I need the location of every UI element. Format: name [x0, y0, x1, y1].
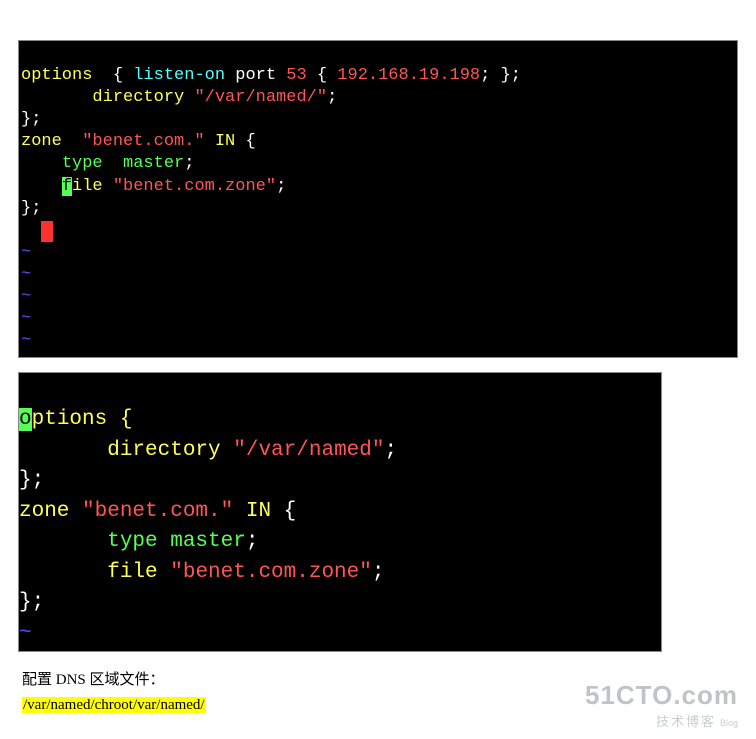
- directory-keyword: directory: [19, 439, 233, 462]
- vim-tilde: ~: [19, 622, 32, 645]
- port-number: 53: [286, 66, 306, 85]
- watermark-domain: 51CTO.com: [585, 680, 738, 711]
- file-keyword: file: [19, 561, 170, 584]
- vim-tilde: ~: [21, 265, 31, 284]
- directory-path: "/var/named/": [194, 88, 327, 107]
- options-keyword: ptions {: [32, 408, 133, 431]
- indent: [19, 530, 107, 553]
- port-word: port: [225, 66, 286, 85]
- zone-keyword: zone: [21, 132, 82, 151]
- directory-keyword: directory: [21, 88, 194, 107]
- semicolon: ;: [327, 88, 337, 107]
- close-brace2: };: [19, 591, 44, 614]
- brace: {: [245, 132, 255, 151]
- block-cursor: [41, 221, 53, 241]
- type-master: type master: [62, 154, 184, 173]
- semicolon: ;: [384, 439, 397, 462]
- vim-tilde: ~: [21, 287, 31, 306]
- vim-tilde: ~: [21, 331, 31, 350]
- watermark-blog: Blog: [720, 718, 738, 728]
- vim-tilde: ~: [21, 309, 31, 328]
- vim-tilde: ~: [21, 243, 31, 262]
- terminal-block-1: options { listen-on port 53 { 192.168.19…: [18, 40, 738, 358]
- highlighted-path: /var/named/chroot/var/named/: [22, 697, 206, 713]
- watermark: 51CTO.com 技术博客 Blog: [585, 680, 738, 731]
- line1-end: ; };: [480, 66, 521, 85]
- semicolon2: ;: [184, 154, 194, 173]
- zone-name: "benet.com.": [82, 132, 204, 151]
- brace-open2: {: [307, 66, 338, 85]
- zone-keyword: zone: [19, 500, 82, 523]
- close-brace2: };: [21, 199, 41, 218]
- zone-file: "benet.com.zone": [113, 177, 276, 196]
- type-master: type master: [107, 530, 246, 553]
- text-cursor: o: [19, 408, 32, 431]
- listen-on-keyword: listen-on: [133, 66, 225, 85]
- directory-path: "/var/named": [233, 439, 384, 462]
- in-keyword: IN: [205, 132, 246, 151]
- in-keyword: IN: [233, 500, 283, 523]
- zone-name: "benet.com.": [82, 500, 233, 523]
- options-keyword: options: [21, 66, 103, 85]
- ip-address: 192.168.19.198: [337, 66, 480, 85]
- indent2: [21, 177, 62, 196]
- brace-open: {: [103, 66, 134, 85]
- file-keyword: ile: [72, 177, 113, 196]
- brace: {: [284, 500, 297, 523]
- text-cursor: f: [62, 177, 72, 196]
- semicolon3: ;: [276, 177, 286, 196]
- indent: [21, 154, 62, 173]
- zone-file: "benet.com.zone": [170, 561, 372, 584]
- semicolon2: ;: [246, 530, 259, 553]
- semicolon3: ;: [372, 561, 385, 584]
- watermark-subtitle: 技术博客: [656, 714, 716, 729]
- terminal-block-2: options { directory "/var/named"; }; zon…: [18, 372, 662, 652]
- close-brace: };: [21, 110, 41, 129]
- close-brace: };: [19, 469, 44, 492]
